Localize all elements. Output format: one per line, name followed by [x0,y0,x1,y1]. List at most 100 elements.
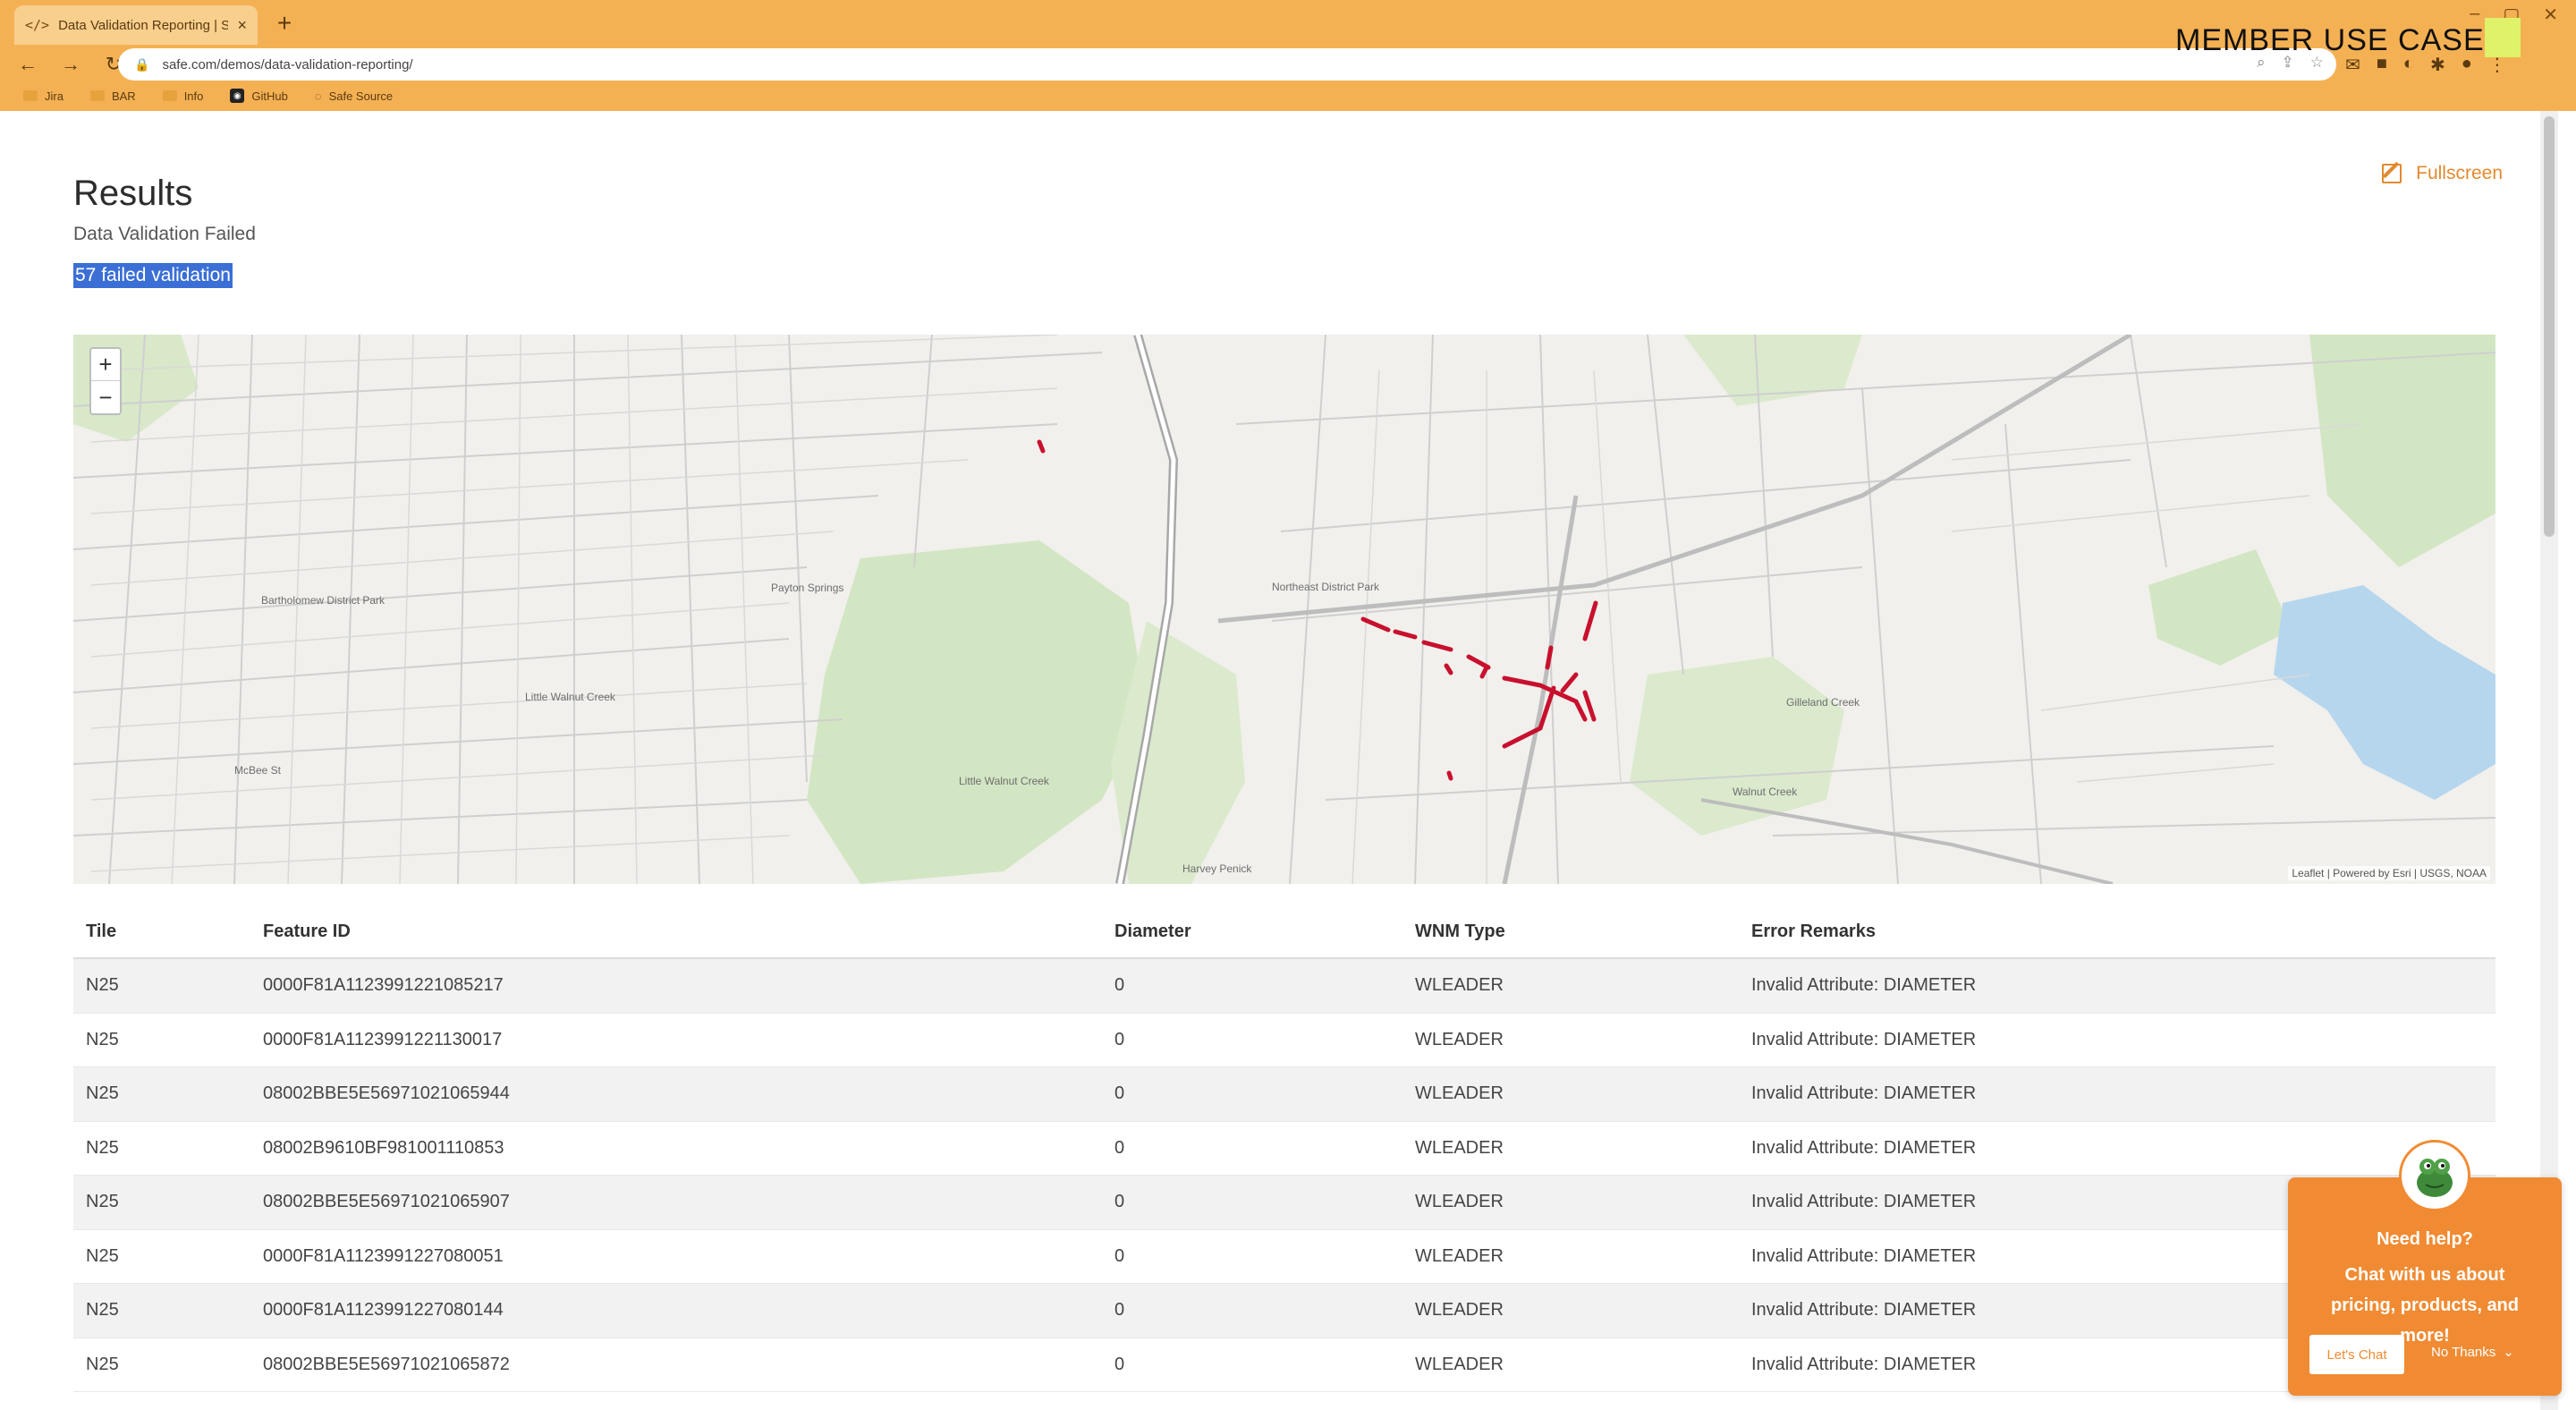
park-area [807,540,1147,884]
page-title: Results [73,174,193,213]
overlay-marker [2485,18,2521,57]
zoom-in-button[interactable]: + [91,349,120,381]
new-tab-button[interactable]: + [268,7,301,39]
cell-wnm-type: WLEADER [1415,1192,1504,1212]
page-subtitle: Data Validation Failed [73,224,256,244]
cell-wnm-type: WLEADER [1415,1137,1504,1158]
bookmarks-bar: Jira BAR Info ◉ GitHub ◌ Safe Source [0,82,2576,109]
address-bar[interactable]: 🔒 safe.com/demos/data-validation-reporti… [118,48,2336,81]
cell-feature-id: 08002BBE5E56971021065944 [263,1083,510,1104]
close-icon[interactable]: × [237,16,247,35]
table-row[interactable]: N25 0000F81A1123991227080144 0 WLEADER Inval… [73,1284,2496,1338]
folder-icon [89,90,105,101]
chevron-down-icon: ⌄ [2503,1345,2514,1360]
table-row[interactable]: N25 0000F81A1123991221085217 0 WLEADER Inval… [73,959,2496,1014]
map-label-little-walnut-creek: Little Walnut Creek [525,691,615,703]
cell-tile: N25 [86,1245,119,1266]
table-row[interactable]: N25 08002BBE5E56971021065872 0 WLEADER Inval… [73,1338,2496,1392]
safe-logo-icon: ◌ [314,89,322,103]
street-network [73,335,2496,884]
url-text: safe.com/demos/data-validation-reporting… [162,56,413,72]
table-row[interactable]: N25 08002BBE5E56971021065907 0 WLEADER Inval… [73,1176,2496,1230]
header-diameter[interactable]: Diameter [1102,922,1402,942]
header-wnm-type[interactable]: WNM Type [1402,922,1739,942]
cell-wnm-type: WLEADER [1415,1354,1504,1374]
cell-wnm-type: WLEADER [1415,1083,1504,1104]
zoom-out-button[interactable]: − [91,381,120,413]
table-header: Tile Feature ID Diameter WNM Type Error … [73,905,2496,959]
map-attribution[interactable]: Leaflet | Powered by Esri | USGS, NOAA [2288,866,2490,880]
bookmark-github[interactable]: ◉ GitHub [230,89,288,103]
park-area [2309,335,2496,567]
arterial-road [1217,335,2132,624]
cell-diameter: 0 [1114,975,1125,996]
frog-mascot-icon [2417,1159,2453,1197]
chat-widget: Need help? Chat with us about pricing, p… [2288,1140,2562,1396]
cell-error-remarks: Invalid Attribute: DIAMETER [1751,1083,1977,1104]
cell-tile: N25 [86,975,119,996]
park-area [2148,549,2292,666]
header-feature-id[interactable]: Feature ID [250,922,1102,942]
cell-diameter: 0 [1114,1245,1125,1266]
cell-wnm-type: WLEADER [1415,975,1504,996]
forward-icon[interactable]: → [55,49,86,80]
cell-feature-id: 0000F81A1123991227080051 [263,1245,504,1266]
failed-count: 57 failed validation [73,263,233,288]
window-close-icon[interactable]: ✕ [2543,4,2558,26]
no-thanks-button[interactable]: No Thanks ⌄ [2431,1344,2514,1361]
lets-chat-button[interactable]: Let's Chat [2309,1335,2404,1374]
cell-tile: N25 [86,1083,119,1104]
table-row[interactable]: N25 08002BBE5E56971021065944 0 WLEADER Inval… [73,1067,2496,1122]
map-label-bartholomew-park: Bartholomew District Park [261,594,386,607]
cell-wnm-type: WLEADER [1415,1245,1504,1266]
map-label-payton-springs: Payton Springs [771,582,844,594]
cell-wnm-type: WLEADER [1415,1300,1504,1321]
zoom-control: + − [89,347,122,415]
cell-error-remarks: Invalid Attribute: DIAMETER [1751,1029,1977,1049]
cell-feature-id: 08002B9610BF981001110853 [263,1137,504,1158]
cell-diameter: 0 [1114,1083,1125,1104]
edit-icon [2382,164,2402,183]
table-row[interactable]: N25 0000F81A1123991227080051 0 WLEADER Inval… [73,1230,2496,1284]
folder-icon [23,90,38,101]
github-icon: ◉ [230,89,245,103]
cell-error-remarks: Invalid Attribute: DIAMETER [1751,1137,1977,1158]
cell-diameter: 0 [1114,1300,1125,1321]
cell-tile: N25 [86,1300,119,1321]
browser-tab[interactable]: </> Data Validation Reporting | Safe × [14,5,258,45]
header-error-remarks[interactable]: Error Remarks [1739,922,2496,942]
chat-avatar[interactable] [2399,1140,2470,1211]
park-area [1683,335,1862,406]
validation-map[interactable]: Little Walnut Creek Little Walnut Creek … [73,335,2496,884]
cell-diameter: 0 [1114,1029,1125,1049]
map-label-mcbee-st: McBee St [234,764,282,777]
cell-wnm-type: WLEADER [1415,1029,1504,1049]
map-basemap [73,335,2496,884]
back-icon[interactable]: ← [13,49,43,80]
header-tile[interactable]: Tile [73,922,250,942]
cell-error-remarks: Invalid Attribute: DIAMETER [1751,975,1977,996]
page-content: Results Data Validation Failed 57 failed… [11,111,2558,1410]
cell-tile: N25 [86,1354,119,1374]
folder-icon [162,90,177,101]
fullscreen-button[interactable]: Fullscreen [2382,163,2503,184]
table-row[interactable]: N25 0000F81A1123991221130017 0 WLEADER Inval… [73,1014,2496,1067]
cell-diameter: 0 [1114,1354,1125,1374]
tab-title: Data Validation Reporting | Safe [58,17,229,33]
scrollbar-thumb[interactable] [2544,116,2555,537]
table-row[interactable]: N25 08002B9610BF981001110853 0 WLEADER Inval… [73,1122,2496,1176]
bookmark-jira[interactable]: Jira [23,89,64,103]
results-table: Tile Feature ID Diameter WNM Type Error … [73,905,2496,1392]
bookmark-bar[interactable]: BAR [89,89,136,103]
code-icon: </> [25,17,50,33]
map-label-walnut-creek: Walnut Creek [1733,786,1798,798]
park-area [1630,657,1844,836]
bookmark-safe-source[interactable]: ◌ Safe Source [315,89,393,103]
cell-feature-id: 0000F81A1123991227080144 [263,1300,504,1321]
bookmark-info[interactable]: Info [162,89,203,103]
map-label-little-walnut-creek: Little Walnut Creek [959,775,1049,787]
cell-feature-id: 0000F81A1123991221085217 [263,975,504,996]
cell-tile: N25 [86,1192,119,1212]
lock-icon[interactable]: 🔒 [134,57,149,72]
chat-title: Need help? [2377,1229,2473,1249]
